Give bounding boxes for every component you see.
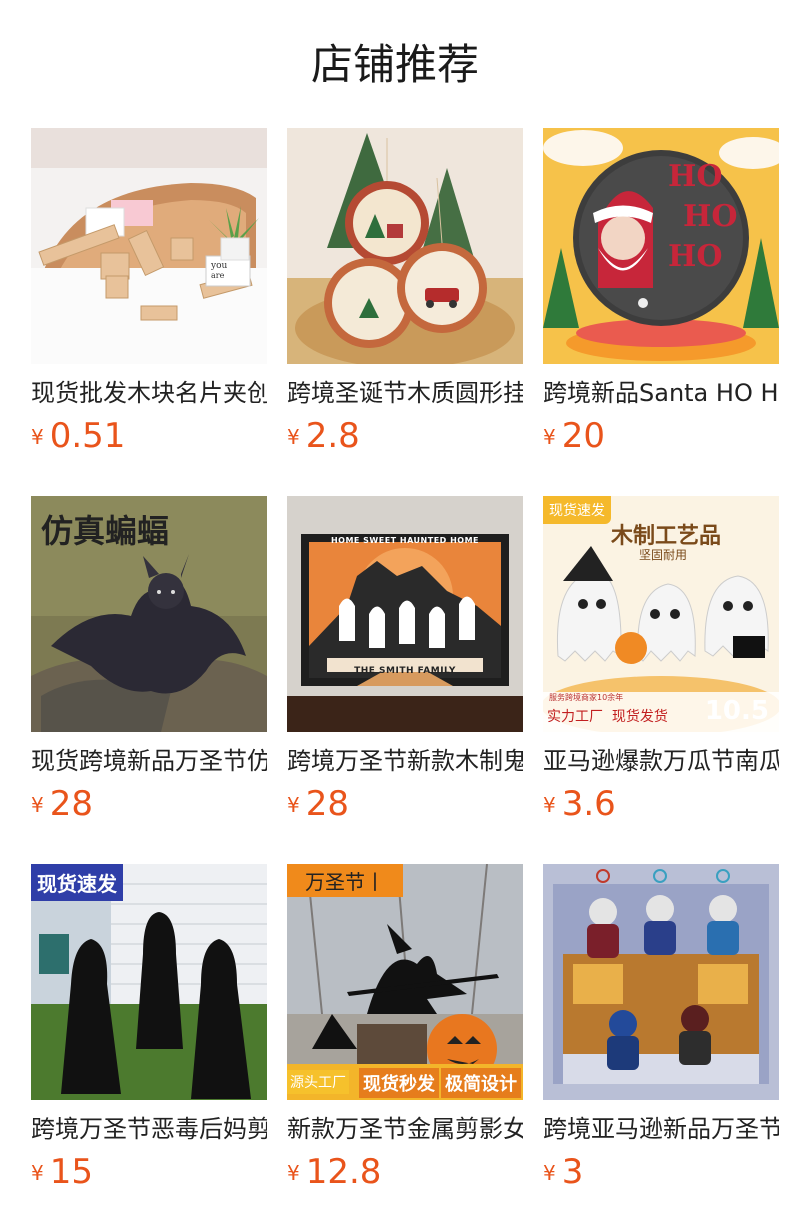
product-image[interactable]: 现货速发 xyxy=(31,864,267,1100)
product-price: ¥3 xyxy=(543,1152,583,1192)
product-image[interactable]: 现货速发 木制工艺品 坚固耐用 服务跨境商家10余年 实力工厂 现货发货 10.… xyxy=(543,496,779,732)
product-image[interactable]: HOME SWEET HAUNTED HOME THE SMITH FAMILY xyxy=(287,496,523,732)
product-card[interactable]: HO HO HO 跨境新品Santa HO HO HO圣诞挂牌 ¥20 xyxy=(543,128,779,496)
product-price: ¥2.8 xyxy=(287,416,360,456)
product-name[interactable]: 跨境圣诞节木质圆形挂件装饰品 xyxy=(287,378,523,408)
svg-text:HO: HO xyxy=(668,159,722,194)
product-card[interactable]: HOME SWEET HAUNTED HOME THE SMITH FAMILY… xyxy=(287,496,523,864)
product-name[interactable]: 现货跨境新品万圣节仿真蝙蝠毛绒玩具 xyxy=(31,746,267,776)
product-price: ¥28 xyxy=(31,784,93,824)
product-price: ¥12.8 xyxy=(287,1152,381,1192)
currency-symbol: ¥ xyxy=(543,425,556,449)
product-name[interactable]: 现货批发木块名片夹创意木质桌面摆件 xyxy=(31,378,267,408)
product-price: ¥15 xyxy=(31,1152,93,1192)
svg-text:HO: HO xyxy=(683,199,737,234)
product-name[interactable]: 跨境亚马逊新品万圣节亚克力挂件 xyxy=(543,1114,779,1144)
promo-badge: 现货速发 xyxy=(31,864,123,901)
product-card[interactable]: 现货速发 跨境万圣节恶毒后妈剪影地插装饰 ¥15 xyxy=(31,864,267,1232)
product-name[interactable]: 跨境新品Santa HO HO HO圣诞挂牌 xyxy=(543,378,779,408)
image-overlay-text: 服务跨境商家10余年 xyxy=(549,693,624,702)
image-tag: 极简设计 xyxy=(441,1068,521,1098)
image-tag: 源头工厂 xyxy=(287,1070,349,1094)
product-grid: you are 现货批发木块名片夹创意木质桌面摆件 ¥0.51 xyxy=(31,128,779,1232)
page-title: 店铺推荐 xyxy=(310,40,479,89)
image-overlay-text: 实力工厂 现货发货 xyxy=(547,709,668,725)
image-overlay-text: HOME SWEET HAUNTED HOME xyxy=(330,536,480,545)
product-name[interactable]: 新款万圣节金属剪影女巫地插 xyxy=(287,1114,523,1144)
currency-symbol: ¥ xyxy=(287,425,300,449)
svg-text:are: are xyxy=(211,271,225,280)
product-image[interactable]: 万圣节丨 源头工厂 现货秒发 极简设计 xyxy=(287,864,523,1100)
currency-symbol: ¥ xyxy=(31,425,44,449)
currency-symbol: ¥ xyxy=(31,793,44,817)
currency-symbol: ¥ xyxy=(287,793,300,817)
product-card[interactable]: 万圣节丨 源头工厂 现货秒发 极简设计 新款万圣节金属剪影女巫地插 ¥12.8 xyxy=(287,864,523,1232)
promo-badge: 万圣节丨 xyxy=(287,864,403,897)
product-price: ¥3.6 xyxy=(543,784,616,824)
promo-badge: 现货速发 xyxy=(543,496,611,524)
price-value: 12.8 xyxy=(305,1152,382,1192)
product-card[interactable]: 跨境圣诞节木质圆形挂件装饰品 ¥2.8 xyxy=(287,128,523,496)
product-card[interactable]: 现货速发 木制工艺品 坚固耐用 服务跨境商家10余年 实力工厂 现货发货 10.… xyxy=(543,496,779,864)
price-value: 3 xyxy=(561,1152,584,1192)
product-name[interactable]: 亚马逊爆款万瓜节南瓜幽灵木制摆件 xyxy=(543,746,779,776)
svg-text:you: you xyxy=(210,261,228,271)
product-name[interactable]: 跨境万圣节恶毒后妈剪影地插装饰 xyxy=(31,1114,267,1144)
price-value: 20 xyxy=(561,416,605,456)
image-overlay-text: 10.5 xyxy=(704,696,769,726)
product-image[interactable] xyxy=(543,864,779,1100)
price-value: 2.8 xyxy=(305,416,360,456)
product-card[interactable]: you are 现货批发木块名片夹创意木质桌面摆件 ¥0.51 xyxy=(31,128,267,496)
product-card[interactable]: 跨境亚马逊新品万圣节亚克力挂件 ¥3 xyxy=(543,864,779,1232)
currency-symbol: ¥ xyxy=(543,1161,556,1185)
image-overlay-text: 坚固耐用 xyxy=(639,548,688,562)
product-price: ¥0.51 xyxy=(31,416,125,456)
product-price: ¥28 xyxy=(287,784,349,824)
product-name[interactable]: 跨境万圣节新款木制鬼屋摆件 xyxy=(287,746,523,776)
product-image[interactable]: 仿真蝙蝠 xyxy=(31,496,267,732)
price-value: 15 xyxy=(49,1152,93,1192)
currency-symbol: ¥ xyxy=(543,793,556,817)
svg-text:HO: HO xyxy=(668,239,722,274)
product-image[interactable]: HO HO HO xyxy=(543,128,779,364)
price-value: 3.6 xyxy=(561,784,616,824)
image-overlay-text: THE SMITH FAMILY xyxy=(354,666,456,676)
product-image[interactable] xyxy=(287,128,523,364)
image-overlay-text: 仿真蝙蝠 xyxy=(41,512,170,550)
product-card[interactable]: 仿真蝙蝠 现货跨境新品万圣节仿真蝙蝠毛绒玩具 ¥28 xyxy=(31,496,267,864)
image-tag: 现货秒发 xyxy=(359,1068,439,1098)
price-value: 0.51 xyxy=(49,416,126,456)
price-value: 28 xyxy=(49,784,93,824)
price-value: 28 xyxy=(305,784,349,824)
product-price: ¥20 xyxy=(543,416,605,456)
product-image[interactable]: you are xyxy=(31,128,267,364)
currency-symbol: ¥ xyxy=(31,1161,44,1185)
currency-symbol: ¥ xyxy=(287,1161,300,1185)
